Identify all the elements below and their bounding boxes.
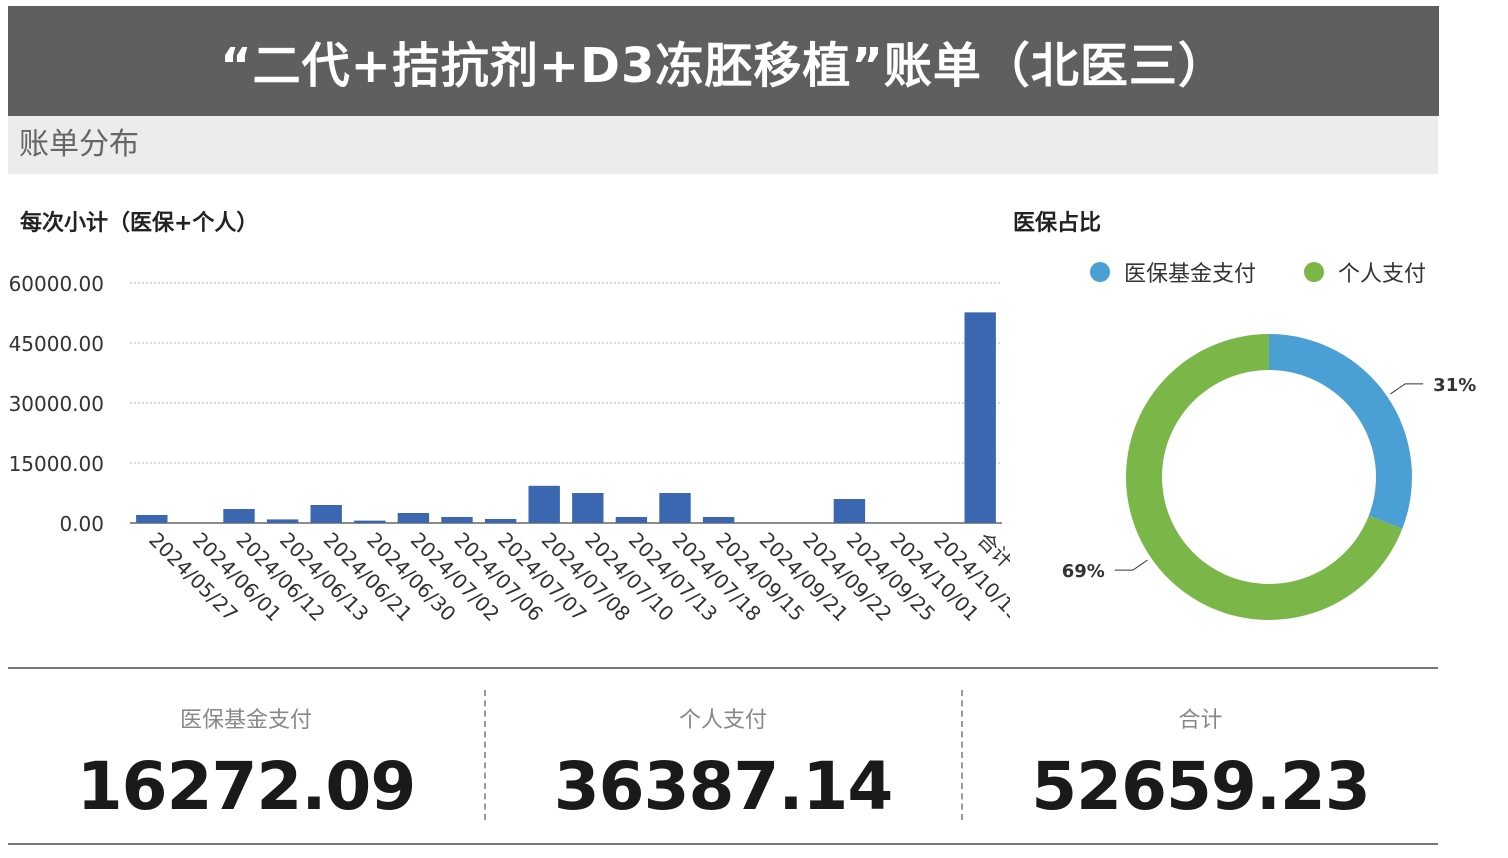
y-tick-label: 45000.00 xyxy=(9,332,104,356)
y-tick-label: 60000.00 xyxy=(9,272,104,296)
summary-personal: 个人支付 36387.14 xyxy=(486,690,960,825)
donut-percent-label: 69% xyxy=(1062,561,1105,582)
donut-chart-title: 医保占比 xyxy=(1013,211,1102,236)
summary-top-divider xyxy=(8,667,1438,669)
summary-value-total: 52659.23 xyxy=(1031,748,1371,825)
donut-slice[interactable] xyxy=(1269,334,1412,529)
section-title: 账单分布 xyxy=(8,116,1438,174)
donut-leader-line xyxy=(1114,559,1148,571)
summary-label-total: 合计 xyxy=(1178,708,1223,733)
bar-chart: 0.0015000.0030000.0045000.0060000.002024… xyxy=(9,272,1010,626)
bar[interactable] xyxy=(397,513,430,523)
y-tick-label: 0.00 xyxy=(59,512,104,536)
donut-chart: 31% 69% xyxy=(1062,334,1476,620)
summary-value-personal: 36387.14 xyxy=(553,748,894,825)
y-tick-label: 15000.00 xyxy=(9,452,104,476)
bar[interactable] xyxy=(964,312,996,523)
bar[interactable] xyxy=(659,493,691,523)
summary-label-personal: 个人支付 xyxy=(678,708,767,733)
bar[interactable] xyxy=(266,519,299,523)
bar[interactable] xyxy=(136,515,168,523)
bar[interactable] xyxy=(572,493,604,523)
bar[interactable] xyxy=(484,519,517,523)
summary-medical-insurance: 医保基金支付 16272.09 xyxy=(8,690,484,825)
bar[interactable] xyxy=(223,509,255,523)
bar[interactable] xyxy=(833,499,866,523)
bar[interactable] xyxy=(702,517,735,523)
summary-value-medical-insurance: 16272.09 xyxy=(76,748,417,825)
page-title: “二代+拮抗剂+D3冻胚移植”账单（北医三） xyxy=(8,6,1439,116)
bar[interactable] xyxy=(441,517,473,523)
donut-percent-label: 31% xyxy=(1433,375,1476,396)
bar-chart-title: 每次小计（医保+个人） xyxy=(20,211,259,236)
donut-leader-line xyxy=(1390,383,1424,395)
bar[interactable] xyxy=(310,505,342,523)
summary-label-medical-insurance: 医保基金支付 xyxy=(179,708,312,733)
y-tick-label: 30000.00 xyxy=(9,392,104,416)
bar[interactable] xyxy=(528,485,560,523)
bar[interactable] xyxy=(615,517,648,523)
bill-page: “二代+拮抗剂+D3冻胚移植”账单（北医三） 账单分布 每次小计（医保+个人） … xyxy=(0,0,1508,858)
bar[interactable] xyxy=(354,520,386,523)
summary-total: 合计 52659.23 xyxy=(963,690,1438,825)
summary-bottom-divider xyxy=(8,843,1438,845)
